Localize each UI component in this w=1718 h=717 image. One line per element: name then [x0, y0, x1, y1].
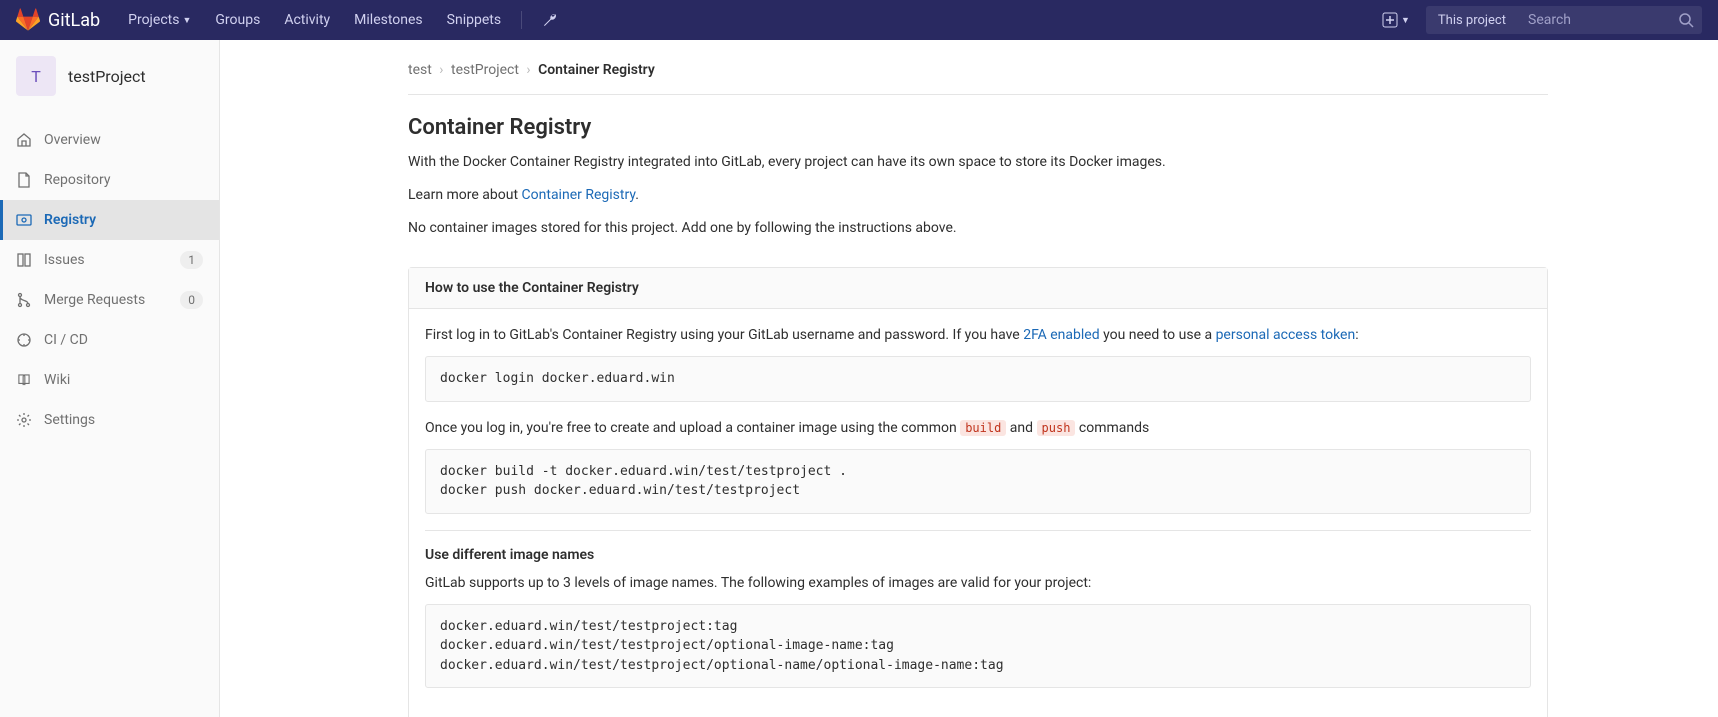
- sidebar-item-label: Repository: [44, 172, 203, 188]
- sidebar: T testProject Overview Repository Registry…: [0, 40, 220, 717]
- code-names[interactable]: docker.eduard.win/test/testproject:tag d…: [425, 604, 1531, 689]
- home-icon: [16, 132, 32, 148]
- no-images-text: No container images stored for this proj…: [408, 218, 1548, 239]
- main-content: test › testProject › Container Registry …: [220, 40, 1718, 717]
- issues-icon: [16, 252, 32, 268]
- admin-wrench-icon[interactable]: [530, 0, 570, 40]
- nav-groups[interactable]: Groups: [203, 0, 272, 40]
- sidebar-item-overview[interactable]: Overview: [0, 120, 219, 160]
- page-title: Container Registry: [408, 115, 1548, 140]
- howto-panel: How to use the Container Registry First …: [408, 267, 1548, 717]
- sidebar-item-label: Registry: [44, 212, 203, 228]
- intro-text: With the Docker Container Registry integ…: [408, 152, 1548, 173]
- breadcrumb-separator: ›: [526, 62, 530, 78]
- sidebar-item-label: CI / CD: [44, 332, 203, 348]
- top-navigation: GitLab Projects▼ Groups Activity Milesto…: [0, 0, 1718, 40]
- sidebar-item-label: Merge Requests: [44, 292, 180, 308]
- merge-icon: [16, 292, 32, 308]
- disk-icon: [16, 212, 32, 228]
- panel-divider: [425, 530, 1531, 531]
- gear-icon: [16, 412, 32, 428]
- code-login[interactable]: docker login docker.eduard.win: [425, 356, 1531, 402]
- breadcrumb-item[interactable]: testProject: [451, 62, 519, 78]
- code-build-inline: build: [960, 420, 1006, 436]
- sidebar-badge: 0: [180, 291, 203, 309]
- sidebar-item-label: Issues: [44, 252, 180, 268]
- breadcrumb-item[interactable]: test: [408, 62, 432, 78]
- sidebar-badge: 1: [180, 251, 203, 269]
- rocket-icon: [16, 332, 32, 348]
- gitlab-logo-icon[interactable]: [16, 8, 40, 32]
- login-instructions: First log in to GitLab's Container Regis…: [425, 325, 1531, 346]
- learn-more: Learn more about Container Registry.: [408, 185, 1548, 206]
- sidebar-item-registry[interactable]: Registry: [0, 200, 219, 240]
- build-instructions: Once you log in, you're free to create a…: [425, 418, 1531, 439]
- container-registry-link[interactable]: Container Registry: [522, 187, 636, 203]
- project-avatar: T: [16, 56, 56, 96]
- search-box: [1518, 6, 1702, 34]
- chevron-down-icon: ▼: [1401, 15, 1410, 26]
- nav-divider: [521, 11, 522, 29]
- diff-text: GitLab supports up to 3 levels of image …: [425, 573, 1531, 594]
- code-buildpush[interactable]: docker build -t docker.eduard.win/test/t…: [425, 449, 1531, 514]
- doc-icon: [16, 172, 32, 188]
- sidebar-item-issues[interactable]: Issues1: [0, 240, 219, 280]
- diff-header: Use different image names: [425, 547, 1531, 563]
- nav-activity[interactable]: Activity: [272, 0, 342, 40]
- nav-projects[interactable]: Projects▼: [116, 0, 203, 40]
- breadcrumb: test › testProject › Container Registry: [408, 56, 1548, 95]
- search-scope[interactable]: This project: [1426, 6, 1518, 34]
- nav-snippets[interactable]: Snippets: [435, 0, 513, 40]
- sidebar-item-repository[interactable]: Repository: [0, 160, 219, 200]
- panel-header: How to use the Container Registry: [409, 268, 1547, 309]
- sidebar-item-merge-requests[interactable]: Merge Requests0: [0, 280, 219, 320]
- search-icon[interactable]: [1678, 12, 1694, 28]
- plus-dropdown[interactable]: ▼: [1374, 12, 1418, 28]
- sidebar-item-settings[interactable]: Settings: [0, 400, 219, 440]
- sidebar-item-label: Wiki: [44, 372, 203, 388]
- sidebar-item-label: Settings: [44, 412, 203, 428]
- chevron-down-icon: ▼: [182, 15, 191, 26]
- nav-milestones[interactable]: Milestones: [342, 0, 435, 40]
- 2fa-link[interactable]: 2FA enabled: [1023, 327, 1099, 343]
- search-input[interactable]: [1518, 12, 1678, 28]
- code-push-inline: push: [1037, 420, 1076, 436]
- sidebar-item-label: Overview: [44, 132, 203, 148]
- breadcrumb-current: Container Registry: [538, 62, 655, 78]
- pat-link[interactable]: personal access token: [1216, 327, 1356, 343]
- book-icon: [16, 372, 32, 388]
- project-header[interactable]: T testProject: [0, 40, 219, 112]
- brand-label[interactable]: GitLab: [48, 10, 100, 31]
- sidebar-item-wiki[interactable]: Wiki: [0, 360, 219, 400]
- sidebar-item-ci-cd[interactable]: CI / CD: [0, 320, 219, 360]
- breadcrumb-separator: ›: [439, 62, 443, 78]
- project-name: testProject: [68, 67, 146, 86]
